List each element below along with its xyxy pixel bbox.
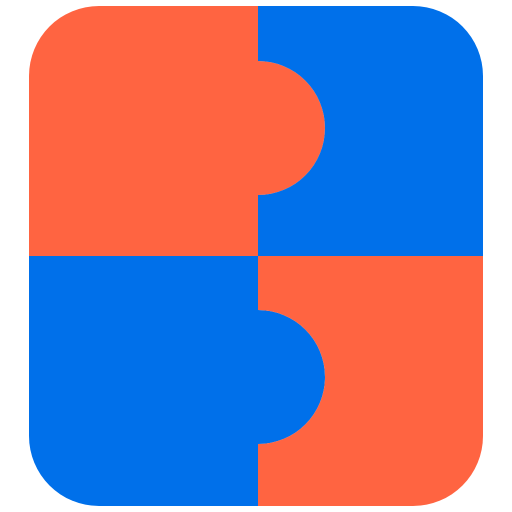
- puzzle-pieces-icon: [29, 6, 483, 506]
- app-logo: [0, 0, 512, 512]
